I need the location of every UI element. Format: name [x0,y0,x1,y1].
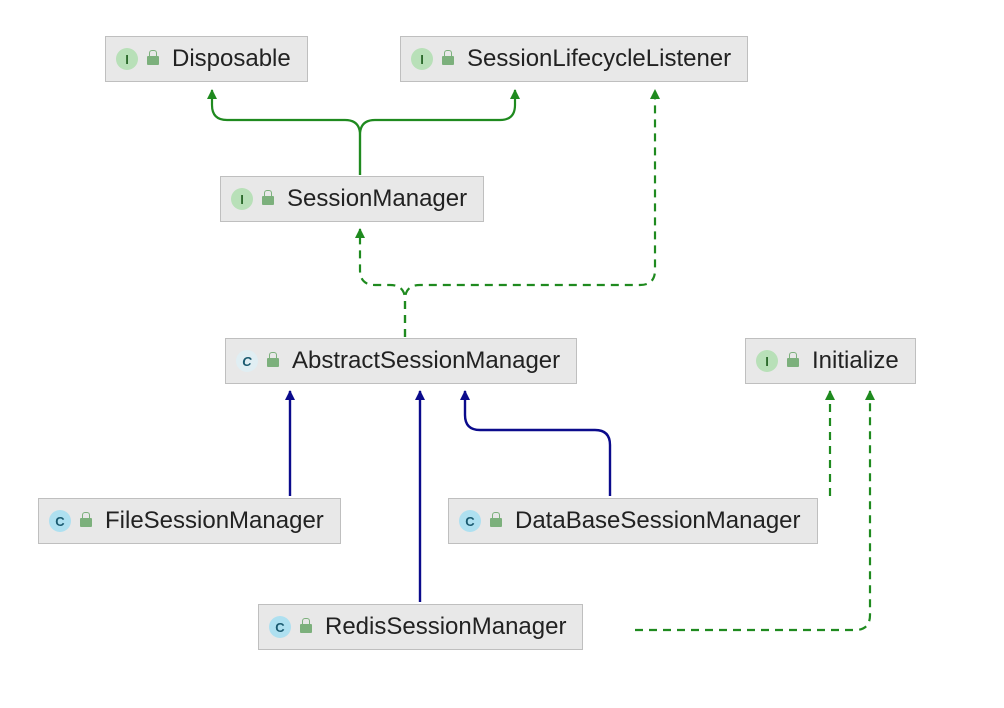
edge-sessionmanager-lifecycle [360,90,515,175]
interface-icon: I [116,48,138,70]
abstract-class-icon: C [236,350,258,372]
node-label: SessionLifecycleListener [467,45,731,73]
node-abstract-session-manager[interactable]: C AbstractSessionManager [225,338,577,384]
node-label: Disposable [172,45,291,73]
edge-sessionmanager-disposable [212,90,360,175]
node-initialize[interactable]: I Initialize [745,338,916,384]
class-icon: C [49,510,71,532]
interface-icon: I [756,350,778,372]
interface-icon: I [411,48,433,70]
node-session-manager[interactable]: I SessionManager [220,176,484,222]
edge-db-abstract [465,391,610,496]
access-icon [489,514,503,528]
node-label: AbstractSessionManager [292,347,560,375]
node-session-lifecycle-listener[interactable]: I SessionLifecycleListener [400,36,748,82]
node-label: FileSessionManager [105,507,324,535]
node-label: Initialize [812,347,899,375]
node-label: DataBaseSessionManager [515,507,801,535]
node-file-session-manager[interactable]: C FileSessionManager [38,498,341,544]
edge-abstract-sessionmanager [360,229,405,337]
class-icon: C [269,616,291,638]
node-redis-session-manager[interactable]: C RedisSessionManager [258,604,583,650]
access-icon [266,354,280,368]
node-disposable[interactable]: I Disposable [105,36,308,82]
access-icon [146,52,160,66]
access-icon [299,620,313,634]
access-icon [786,354,800,368]
access-icon [79,514,93,528]
interface-icon: I [231,188,253,210]
class-icon: C [459,510,481,532]
node-label: SessionManager [287,185,467,213]
node-label: RedisSessionManager [325,613,566,641]
access-icon [261,192,275,206]
access-icon [441,52,455,66]
node-database-session-manager[interactable]: C DataBaseSessionManager [448,498,818,544]
